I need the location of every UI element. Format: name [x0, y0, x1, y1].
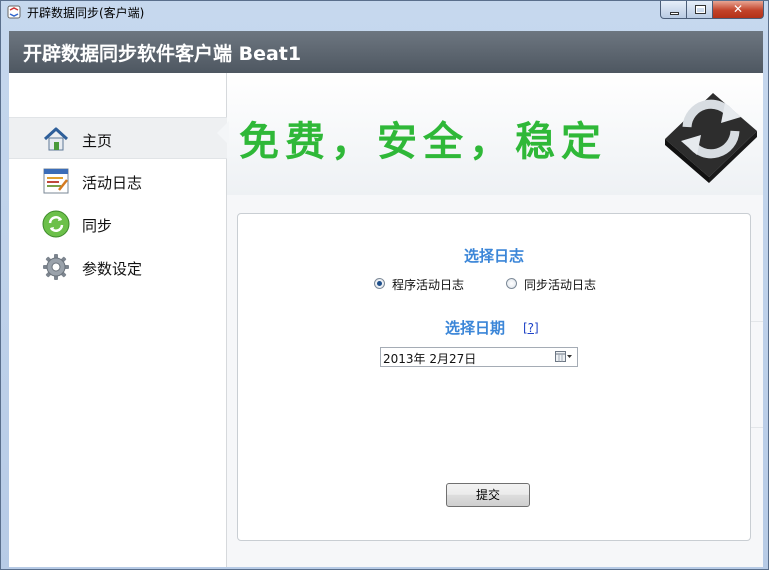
submit-button[interactable]: 提交	[446, 483, 530, 507]
sidebar-item-home[interactable]: 主页	[9, 117, 227, 159]
sidebar-item-label: 同步	[82, 217, 113, 235]
app-title: 开辟数据同步软件客户端 Beat1	[23, 43, 302, 65]
content-area: 选择日志 程序活动日志 同步活动日志 选择日期 [?] 2013年 2月27日	[227, 195, 763, 567]
close-icon: ✕	[732, 2, 744, 16]
date-value: 2013年 2月27日	[383, 352, 477, 366]
radio-sync-log[interactable]	[506, 278, 517, 289]
sidebar-item-sync[interactable]: 同步	[9, 203, 227, 245]
calendar-dropdown-icon[interactable]	[555, 351, 573, 363]
radio-sync-log-label[interactable]: 同步活动日志	[524, 276, 596, 293]
home-icon	[43, 127, 69, 151]
app-window: 开辟数据同步(客户端) ✕ 开辟数据同步软件客户端 Beat1 主页 活动日志 …	[0, 0, 769, 570]
sidebar-item-label: 主页	[82, 132, 113, 150]
radio-program-log[interactable]	[374, 278, 385, 289]
app-icon	[7, 5, 21, 19]
app-header: 开辟数据同步软件客户端 Beat1	[9, 31, 763, 73]
log-form-panel: 选择日志 程序活动日志 同步活动日志 选择日期 [?] 2013年 2月27日	[237, 213, 751, 541]
banner-slogan: 免费，安全，稳定	[239, 119, 607, 165]
log-section-title: 选择日志	[463, 247, 524, 265]
client-area: 开辟数据同步软件客户端 Beat1 主页 活动日志 同步 参数设定 免费，安全，…	[9, 31, 763, 567]
maximize-button[interactable]	[686, 1, 713, 19]
divider	[749, 321, 763, 322]
sidebar-item-settings[interactable]: 参数设定	[9, 246, 227, 288]
date-section-title: 选择日期	[445, 319, 506, 337]
help-link[interactable]: [?]	[523, 321, 539, 335]
sync-icon	[42, 210, 70, 238]
close-button[interactable]: ✕	[712, 1, 764, 19]
window-title: 开辟数据同步(客户端)	[27, 6, 145, 20]
sync-logo-icon	[665, 93, 757, 183]
banner: 免费，安全，稳定	[217, 73, 763, 196]
maximize-icon	[695, 5, 706, 14]
sidebar-item-activity-log[interactable]: 活动日志	[9, 160, 227, 202]
divider	[749, 427, 763, 428]
minimize-button[interactable]	[660, 1, 687, 19]
sidebar: 主页 活动日志 同步 参数设定	[9, 73, 227, 567]
active-pointer	[217, 121, 229, 145]
sidebar-item-label: 活动日志	[82, 174, 143, 192]
minimize-icon	[670, 12, 679, 15]
gear-icon	[43, 254, 69, 280]
date-picker[interactable]: 2013年 2月27日	[380, 347, 578, 367]
radio-program-log-label[interactable]: 程序活动日志	[392, 276, 464, 293]
log-icon	[43, 168, 69, 194]
title-bar[interactable]: 开辟数据同步(客户端) ✕	[1, 1, 768, 23]
sidebar-item-label: 参数设定	[82, 260, 143, 278]
